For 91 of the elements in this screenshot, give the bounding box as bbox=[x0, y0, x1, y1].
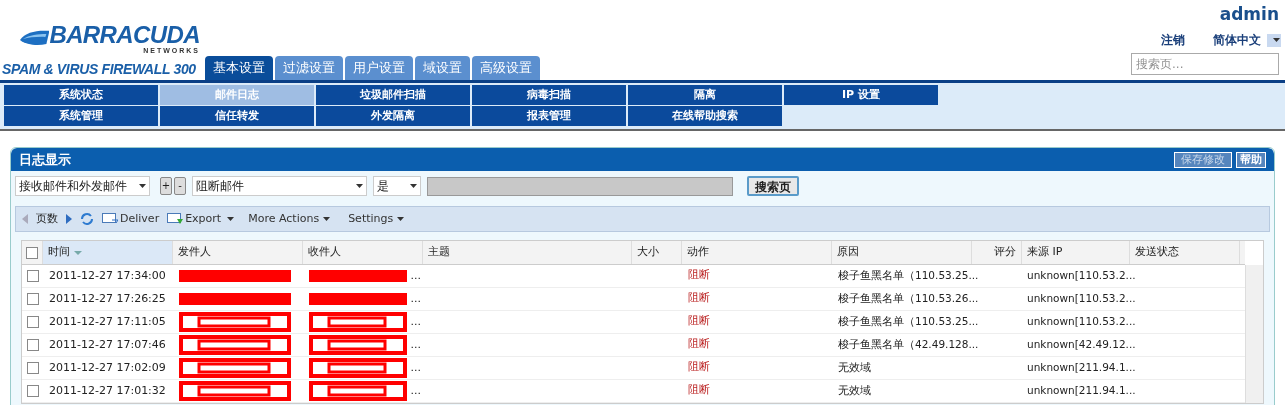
truncation-text: ... bbox=[410, 382, 421, 399]
reason-cell: 梭子鱼黑名单（110.53.25... bbox=[838, 268, 979, 284]
settings-button[interactable]: Settings bbox=[348, 210, 405, 228]
action-cell: 阻断 bbox=[688, 383, 710, 396]
time-cell-text: 2011-12-27 17:07:46 bbox=[48, 336, 167, 353]
filter-value-field[interactable] bbox=[427, 176, 733, 196]
caret-icon bbox=[356, 184, 363, 188]
column-header[interactable]: 动作 bbox=[682, 241, 832, 264]
row-checkbox[interactable] bbox=[26, 385, 39, 397]
action-cell: 阻断 bbox=[688, 268, 710, 281]
operator-select[interactable]: 是 bbox=[373, 176, 421, 196]
scope-select[interactable]: 接收邮件和外发邮件 bbox=[15, 176, 150, 196]
mail-icon bbox=[102, 213, 118, 225]
subnav-item[interactable]: IP 设置 bbox=[784, 85, 938, 105]
subnav-item[interactable]: 系统状态 bbox=[4, 85, 158, 105]
truncation-text: ... bbox=[410, 313, 421, 330]
nav-tab[interactable]: 基本设置 bbox=[205, 56, 273, 80]
next-icon[interactable] bbox=[66, 214, 72, 224]
subnav-item[interactable]: 隔离 bbox=[628, 85, 782, 105]
subnav-item[interactable]: 在线帮助搜索 bbox=[628, 106, 782, 126]
subnav-item[interactable]: 报表管理 bbox=[472, 106, 626, 126]
column-header[interactable]: 原因 bbox=[832, 241, 972, 264]
caret-icon bbox=[139, 184, 146, 188]
caret-icon bbox=[227, 217, 235, 221]
search-field[interactable]: 搜索页... bbox=[1131, 53, 1279, 76]
page-label: 页数 bbox=[36, 210, 58, 227]
source-ip-cell: unknown[211.94.1... bbox=[1027, 360, 1136, 376]
panel-title: 日志显示 bbox=[19, 150, 71, 169]
source-ip-cell: unknown[211.94.1... bbox=[1027, 383, 1136, 399]
source-ip-cell: unknown[42.49.12... bbox=[1027, 337, 1136, 353]
sort-icon bbox=[74, 250, 82, 255]
truncation-text: ... bbox=[410, 336, 421, 353]
source-ip-cell: unknown[110.53.2... bbox=[1027, 268, 1136, 284]
reason-cell: 梭子鱼黑名单（110.53.25... bbox=[838, 314, 979, 330]
language-select[interactable]: 简体中文 bbox=[1213, 31, 1281, 50]
time-cell-text: 2011-12-27 17:01:32 bbox=[48, 382, 167, 399]
field-select[interactable]: 阻断邮件 bbox=[192, 176, 367, 196]
column-header[interactable]: 发件人 bbox=[173, 241, 303, 264]
column-header[interactable]: 时间 bbox=[43, 241, 173, 264]
deliver-button[interactable]: Deliver bbox=[102, 210, 160, 228]
source-ip-cell: unknown[110.53.2... bbox=[1027, 291, 1136, 307]
refresh-icon[interactable] bbox=[80, 212, 94, 226]
time-cell-text: 2011-12-27 17:02:09 bbox=[48, 359, 167, 376]
add-filter-button[interactable]: + bbox=[160, 177, 172, 195]
action-cell: 阻断 bbox=[688, 291, 710, 304]
remove-filter-button[interactable]: - bbox=[174, 177, 186, 195]
logout-link[interactable]: 注销 bbox=[1161, 31, 1185, 50]
time-cell-text: 2011-12-27 17:11:05 bbox=[48, 313, 167, 330]
username: admin bbox=[1219, 4, 1279, 26]
caret-icon bbox=[410, 184, 417, 188]
column-header[interactable]: 大小 bbox=[632, 241, 682, 264]
row-checkbox[interactable] bbox=[26, 316, 39, 328]
action-cell: 阻断 bbox=[688, 337, 710, 350]
search-button[interactable]: 搜索页 bbox=[747, 176, 799, 196]
select-all-checkbox[interactable] bbox=[26, 246, 38, 259]
truncation-text: ... bbox=[410, 359, 421, 376]
scrollbar[interactable] bbox=[1245, 265, 1263, 403]
more-actions-button[interactable]: More Actions bbox=[248, 210, 331, 228]
row-checkbox[interactable] bbox=[26, 293, 39, 305]
subnav-item[interactable]: 病毒扫描 bbox=[472, 85, 626, 105]
action-cell: 阻断 bbox=[688, 360, 710, 373]
column-header[interactable]: 评分 bbox=[972, 241, 1022, 264]
column-header[interactable]: 来源 IP bbox=[1022, 241, 1130, 264]
product-name: SPAM & VIRUS FIREWALL 300 bbox=[2, 62, 197, 76]
row-checkbox[interactable] bbox=[26, 362, 39, 374]
caret-icon bbox=[1272, 38, 1280, 43]
row-checkbox[interactable] bbox=[26, 339, 39, 351]
time-cell-text: 2011-12-27 17:34:00 bbox=[48, 267, 167, 284]
action-cell: 阻断 bbox=[688, 314, 710, 327]
subnav-item[interactable]: 垃圾邮件扫描 bbox=[316, 85, 470, 105]
logo-wordmark: BARRACUDA bbox=[49, 22, 200, 47]
reason-cell: 无效域 bbox=[838, 360, 871, 376]
column-header[interactable]: 发送状态 bbox=[1130, 241, 1240, 264]
source-ip-cell: unknown[110.53.2... bbox=[1027, 314, 1136, 330]
subnav-item[interactable]: 信任转发 bbox=[160, 106, 314, 126]
caret-icon bbox=[397, 217, 405, 221]
truncation-text: ... bbox=[410, 267, 421, 284]
column-header[interactable]: 收件人 bbox=[303, 241, 423, 264]
column-header[interactable]: 主题 bbox=[423, 241, 632, 264]
subnav-item[interactable]: 系统管理 bbox=[4, 106, 158, 126]
reason-cell: 梭子鱼黑名单（42.49.128... bbox=[838, 337, 979, 353]
reason-cell: 无效域 bbox=[838, 383, 871, 399]
mail-icon bbox=[167, 213, 184, 225]
truncation-text: ... bbox=[410, 290, 421, 307]
row-checkbox[interactable] bbox=[26, 270, 39, 282]
caret-icon bbox=[323, 217, 331, 221]
reason-cell: 梭子鱼黑名单（110.53.26... bbox=[838, 291, 979, 307]
subnav-item[interactable]: 外发隔离 bbox=[316, 106, 470, 126]
export-button[interactable]: Export bbox=[167, 210, 235, 228]
time-cell-text: 2011-12-27 17:26:25 bbox=[48, 290, 167, 307]
help-button[interactable]: 帮助 bbox=[1236, 151, 1266, 168]
